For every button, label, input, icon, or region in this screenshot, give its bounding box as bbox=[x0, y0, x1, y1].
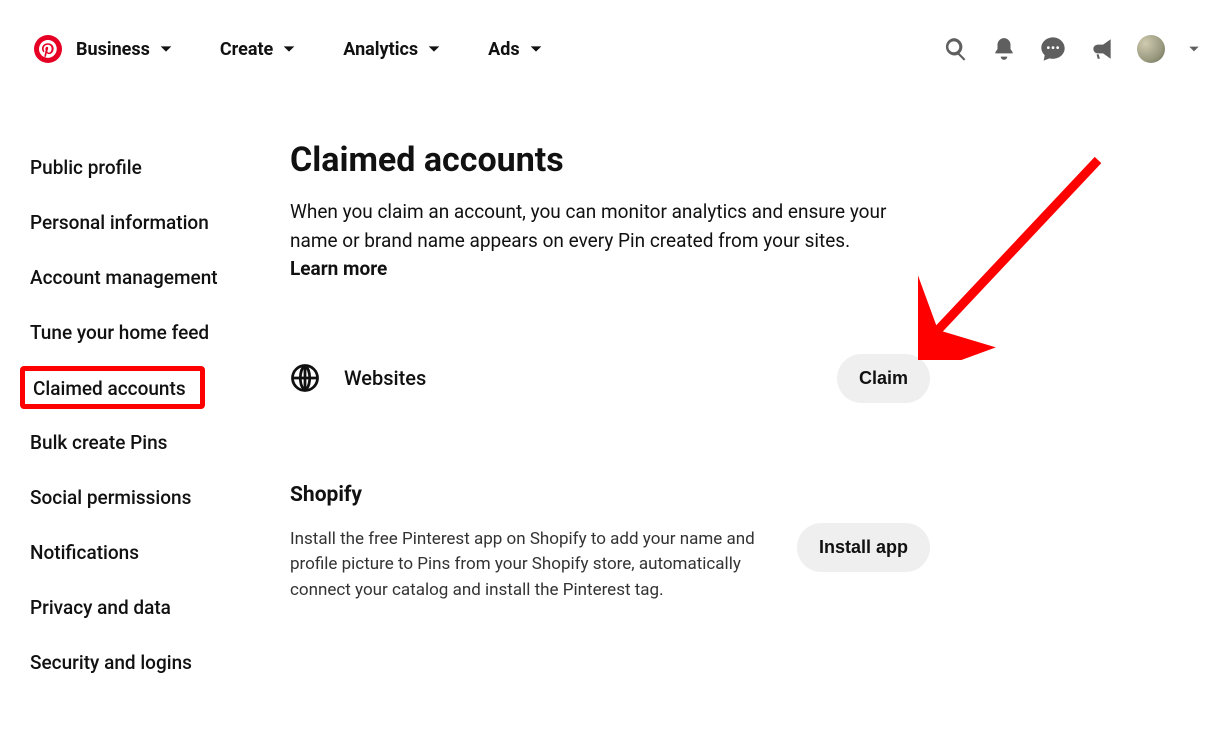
sidebar-item-account-management[interactable]: Account management bbox=[30, 250, 218, 305]
shopify-description: Install the free Pinterest app on Shopif… bbox=[290, 527, 760, 604]
nav-ads[interactable]: Ads bbox=[488, 39, 543, 60]
claim-button[interactable]: Claim bbox=[837, 354, 930, 403]
sidebar-item-social-permissions[interactable]: Social permissions bbox=[30, 470, 191, 525]
avatar[interactable] bbox=[1137, 35, 1165, 63]
header-right bbox=[943, 35, 1201, 63]
install-app-button[interactable]: Install app bbox=[797, 523, 930, 572]
content-area: Public profile Personal information Acco… bbox=[0, 80, 1231, 690]
sidebar-item-label: Claimed accounts bbox=[33, 377, 186, 400]
sidebar-item-public-profile[interactable]: Public profile bbox=[30, 140, 142, 195]
chevron-down-icon bbox=[426, 41, 442, 57]
sidebar-item-tune-home-feed[interactable]: Tune your home feed bbox=[30, 305, 209, 360]
chevron-down-icon bbox=[281, 41, 297, 57]
shopify-title: Shopify bbox=[290, 483, 767, 507]
search-icon bbox=[943, 36, 969, 62]
chat-icon bbox=[1039, 35, 1067, 63]
announce-button[interactable] bbox=[1089, 36, 1115, 62]
sidebar-item-bulk-create-pins[interactable]: Bulk create Pins bbox=[30, 415, 167, 470]
sidebar-item-personal-information[interactable]: Personal information bbox=[30, 195, 209, 250]
nav-label: Ads bbox=[488, 39, 519, 60]
nav-group: Business Create Analytics Ads bbox=[76, 39, 590, 60]
nav-business[interactable]: Business bbox=[76, 39, 174, 60]
chevron-down-icon bbox=[528, 41, 544, 57]
pinterest-icon bbox=[39, 40, 57, 58]
page-description: When you claim an account, you can monit… bbox=[290, 198, 890, 284]
websites-row: Websites Claim bbox=[290, 354, 930, 403]
page-title: Claimed accounts bbox=[290, 140, 930, 180]
settings-sidebar: Public profile Personal information Acco… bbox=[0, 140, 290, 690]
globe-icon bbox=[290, 363, 320, 393]
sidebar-item-notifications[interactable]: Notifications bbox=[30, 525, 139, 580]
search-button[interactable] bbox=[943, 36, 969, 62]
desc-text: When you claim an account, you can monit… bbox=[290, 200, 886, 252]
nav-label: Create bbox=[220, 39, 273, 60]
notifications-button[interactable] bbox=[991, 36, 1017, 62]
sidebar-item-security-logins[interactable]: Security and logins bbox=[30, 635, 192, 690]
nav-label: Analytics bbox=[343, 39, 418, 60]
sidebar-item-claimed-accounts[interactable]: Claimed accounts bbox=[20, 366, 205, 409]
top-header: Business Create Analytics Ads bbox=[0, 0, 1231, 80]
nav-create[interactable]: Create bbox=[220, 39, 297, 60]
nav-label: Business bbox=[76, 39, 150, 60]
learn-more-link[interactable]: Learn more bbox=[290, 257, 387, 280]
nav-analytics[interactable]: Analytics bbox=[343, 39, 442, 60]
account-menu-chevron-icon[interactable] bbox=[1187, 42, 1201, 56]
bell-icon bbox=[991, 36, 1017, 62]
messages-button[interactable] bbox=[1039, 35, 1067, 63]
pinterest-logo[interactable] bbox=[34, 35, 62, 63]
chevron-down-icon bbox=[158, 41, 174, 57]
shopify-section: Shopify Install the free Pinterest app o… bbox=[290, 483, 930, 604]
main-panel: Claimed accounts When you claim an accou… bbox=[290, 140, 990, 690]
websites-label: Websites bbox=[344, 366, 837, 390]
sidebar-item-privacy-data[interactable]: Privacy and data bbox=[30, 580, 171, 635]
megaphone-icon bbox=[1089, 36, 1115, 62]
